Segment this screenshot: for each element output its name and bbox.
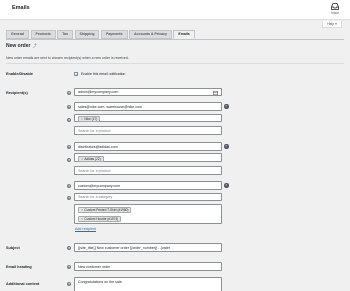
enable-checkbox[interactable] (74, 72, 78, 77)
product-search-input[interactable]: Search for a product (74, 126, 222, 135)
tag-chip[interactable]: × Custom Hoodie (#1974) (78, 216, 122, 222)
help-icon[interactable]: ? (67, 282, 71, 286)
tag-chip[interactable]: × Adidas (22) (78, 155, 104, 162)
subject-label: Subject (6, 246, 20, 250)
tabs-divider (6, 38, 344, 40)
product-tag-box[interactable]: × Nike (17) (74, 114, 222, 122)
remove-tag-icon[interactable]: × (81, 208, 83, 212)
additional-content-label: Additional content (6, 282, 40, 286)
recipient-email-input[interactable]: sales@nike.com, warehouse@nike.com (74, 102, 222, 111)
help-icon[interactable]: ? (67, 265, 71, 269)
remove-tag-icon[interactable]: × (81, 217, 83, 221)
help-icon[interactable]: ? (67, 246, 71, 250)
default-recipient-input[interactable]: admin@mycompany.com (74, 88, 222, 96)
enable-label: Enable/Disable (6, 72, 34, 76)
tag-chip[interactable]: × Nike (17) (78, 116, 101, 122)
tag-label: Custom Printed T-Shirt (#1980) (84, 208, 129, 212)
add-recipient-link[interactable]: Add recipient (75, 227, 96, 231)
help-icon[interactable]: ? (67, 105, 71, 109)
section-title: New order ⤴ (6, 43, 36, 49)
email-heading-input[interactable]: New customer order (74, 262, 222, 271)
additional-content-textarea[interactable]: Congratulations on the sale. (74, 277, 222, 291)
recipients-label: Recipient(s) (6, 91, 28, 95)
help-icon[interactable]: ? (67, 145, 71, 149)
top-bar: Emails Inbox (0, 0, 350, 20)
product-tag-box[interactable]: × Custom Printed T-Shirt (#1980) × Custom … (74, 204, 222, 224)
remove-recipient-icon[interactable]: × (224, 183, 229, 188)
section-description: New order emails are sent to chosen reci… (6, 56, 129, 60)
subject-input[interactable]: [{site_title}] New customer order ({orde… (74, 243, 222, 252)
help-icon[interactable]: ? (67, 184, 71, 188)
help-icon[interactable]: ? (67, 118, 71, 122)
up-link-icon[interactable]: ⤴ (32, 43, 36, 48)
inbox-button[interactable]: Inbox (328, 3, 342, 15)
help-tab[interactable]: Help ▾ (322, 21, 342, 28)
help-icon[interactable]: ? (67, 91, 71, 95)
tag-label: Nike (17) (84, 117, 98, 121)
divider (6, 63, 344, 64)
enable-checkbox-label: Enable this email notification (81, 71, 126, 76)
remove-tag-icon[interactable]: × (81, 117, 83, 121)
remove-tag-icon[interactable]: × (81, 157, 83, 161)
page-title: Emails (12, 5, 30, 11)
tag-label: Adidas (22) (84, 156, 101, 161)
contacts-icon (213, 90, 218, 95)
remove-recipient-icon[interactable]: × (224, 144, 229, 149)
help-icon[interactable]: ? (67, 158, 71, 162)
category-search-input[interactable]: Search for a category (74, 193, 222, 201)
product-tag-box[interactable]: × Adidas (22) (74, 153, 222, 162)
tag-chip[interactable]: × Custom Printed T-Shirt (#1980) (78, 207, 132, 213)
section-title-text: New order (6, 43, 31, 49)
recipient-email-input[interactable]: distributors@adidas.com (74, 142, 222, 151)
recipient-email-input[interactable]: custom@mycompany.com (74, 181, 222, 190)
email-heading-label: Email heading (6, 265, 32, 269)
help-icon[interactable]: ? (67, 196, 71, 200)
tag-label: Custom Hoodie (#1974) (84, 217, 119, 221)
remove-recipient-icon[interactable]: × (224, 104, 229, 109)
inbox-icon (331, 3, 339, 10)
default-recipient-value: admin@mycompany.com (78, 90, 119, 94)
product-search-input[interactable]: Search for a product (74, 166, 222, 175)
inbox-label: Inbox (331, 11, 339, 15)
